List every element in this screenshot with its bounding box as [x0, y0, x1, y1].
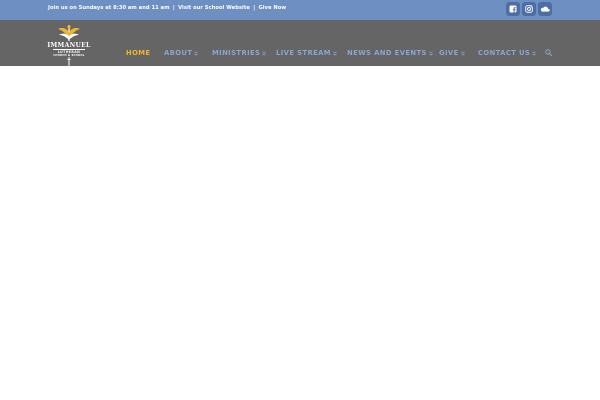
- facebook-link[interactable]: [506, 2, 520, 16]
- nav-give-label: GIVE: [439, 49, 459, 57]
- chevron-down-icon: [194, 50, 199, 56]
- nav-about-label: ABOUT: [164, 49, 193, 57]
- soundcloud-link[interactable]: [538, 2, 552, 16]
- main-navbar: IMMANUEL LUTHERAN CHURCH & SCHOOL HOME A…: [0, 20, 600, 67]
- instagram-link[interactable]: [522, 2, 536, 16]
- search-icon[interactable]: [545, 49, 552, 56]
- soundcloud-icon: [540, 6, 550, 12]
- nav-about[interactable]: ABOUT: [164, 48, 199, 58]
- separator: |: [172, 5, 175, 11]
- nav-contact-us[interactable]: CONTACT US: [478, 48, 537, 58]
- give-now-link[interactable]: Give Now: [258, 5, 286, 11]
- nav-contact-us-label: CONTACT US: [478, 49, 531, 57]
- chevron-down-icon: [262, 50, 267, 56]
- service-times-text: Join us on Sundays at 8:30 am and 11 am: [48, 5, 170, 11]
- chevron-down-icon: [333, 50, 337, 56]
- chevron-down-icon: [428, 50, 433, 56]
- nav-home[interactable]: HOME: [126, 48, 150, 58]
- chevron-down-icon: [532, 50, 537, 56]
- chevron-down-icon: [460, 50, 465, 56]
- nav-give[interactable]: GIVE: [439, 48, 465, 58]
- page-content-area: [0, 66, 600, 400]
- nav-ministries[interactable]: MINISTRIES: [212, 48, 267, 58]
- separator: |: [253, 5, 256, 11]
- nav-home-label: HOME: [126, 49, 151, 57]
- square-facebook-icon: [509, 5, 517, 13]
- top-bar: Join us on Sundays at 8:30 am and 11 am …: [0, 0, 600, 20]
- top-bar-text: Join us on Sundays at 8:30 am and 11 am …: [48, 5, 286, 11]
- nav-live-stream[interactable]: LIVE STREAM: [276, 48, 337, 58]
- nav-news-and-events-label: NEWS AND EVENTS: [347, 49, 427, 57]
- school-website-link[interactable]: Visit our School Website: [178, 5, 250, 11]
- nav-ministries-label: MINISTRIES: [212, 49, 261, 57]
- instagram-icon: [525, 5, 533, 13]
- logo-name: IMMANUEL: [47, 42, 91, 49]
- nav-news-and-events[interactable]: NEWS AND EVENTS: [347, 48, 433, 58]
- site-logo[interactable]: IMMANUEL LUTHERAN CHURCH & SCHOOL: [44, 24, 94, 67]
- church-logo-emblem-icon: [58, 25, 80, 41]
- nav-live-stream-label: LIVE STREAM: [276, 49, 331, 57]
